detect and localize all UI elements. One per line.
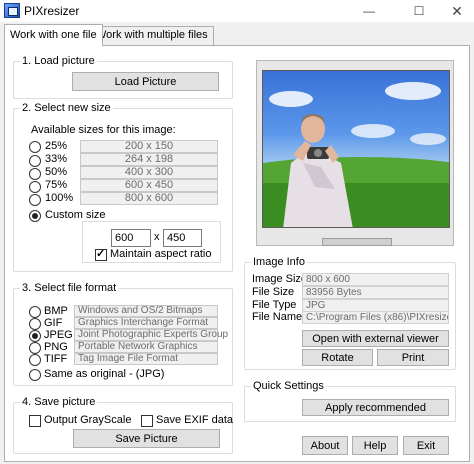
info-label-file-name: File Name [252,311,303,323]
save-picture-group-title: 4. Save picture [20,396,98,408]
size-percent-33: 33% [45,153,68,165]
about-button[interactable]: About [302,436,348,455]
tab-work-with-multiple-files[interactable]: Work with multiple files [90,26,214,45]
apply-recommended-button[interactable]: Apply recommended [302,399,449,416]
format-desc-jpeg: Joint Photographic Experts Group [74,329,228,341]
format-radio-jpeg[interactable] [29,330,41,342]
size-value-33: 264 x 198 [80,153,218,166]
print-button[interactable]: Print [377,349,449,366]
size-percent-50: 50% [45,166,68,178]
maintain-aspect-label: Maintain aspect ratio [110,248,212,260]
load-picture-button[interactable]: Load Picture [72,72,219,91]
quick-settings-group-title: Quick Settings [251,380,326,392]
format-radio-bmp[interactable] [29,306,41,318]
custom-height-input[interactable]: 450 [163,229,202,247]
preview-photo [263,82,449,227]
file-format-group-title: 3. Select file format [20,282,119,294]
size-percent-75: 75% [45,179,68,191]
tab-work-with-one-file[interactable]: Work with one file [4,24,103,46]
grayscale-checkbox[interactable] [29,415,41,427]
format-radio-tiff[interactable] [29,354,41,366]
size-radio-50[interactable] [29,168,41,180]
image-preview [262,70,450,228]
grayscale-label: Output GrayScale [44,414,132,426]
size-radio-25[interactable] [29,141,41,153]
info-value-file-name: C:\Program Files (x86)\PIXresizer\PIC [302,311,449,324]
window-title: PIXresizer [24,4,80,18]
rotate-button[interactable]: Rotate [302,349,373,366]
close-button[interactable]: ✕ [438,0,474,22]
open-external-viewer-button[interactable]: Open with external viewer [302,330,449,347]
format-name-gif: GIF [44,317,63,329]
custom-size-radio[interactable] [29,210,41,222]
format-desc-tiff: Tag Image File Format [74,353,218,365]
info-value-file-size: 83956 Bytes [302,286,449,299]
size-radio-75[interactable] [29,181,41,193]
size-value-50: 400 x 300 [80,166,218,179]
size-value-25: 200 x 150 [80,140,218,153]
image-info-group-title: Image Info [251,256,307,268]
format-desc-bmp: Windows and OS/2 Bitmaps [74,305,218,317]
monitor-stand [322,238,392,246]
format-name-tiff: TIFF [44,353,68,365]
size-percent-100: 100% [45,192,74,204]
size-percent-25: 25% [45,140,68,152]
exit-button[interactable]: Exit [403,436,449,455]
same-as-original-label: Same as original - (JPG) [44,368,165,380]
custom-width-input[interactable]: 600 [111,229,151,247]
help-button[interactable]: Help [352,436,398,455]
save-picture-button[interactable]: Save Picture [73,429,220,448]
info-label-image-size: Image Size [252,273,308,285]
format-radio-gif[interactable] [29,318,41,330]
custom-size-label: Custom size [45,209,106,221]
app-icon [4,3,20,18]
format-name-png: PNG [44,341,68,353]
load-picture-group-title: 1. Load picture [20,55,97,67]
size-value-75: 600 x 450 [80,179,218,192]
size-radio-100[interactable] [29,194,41,206]
format-radio-png[interactable] [29,342,41,354]
minimize-button[interactable]: — [350,0,388,22]
exif-label: Save EXIF data [156,414,234,426]
format-desc-png: Portable Network Graphics [74,341,218,353]
format-radio-same-as-original[interactable] [29,369,41,381]
format-desc-gif: Graphics Interchange Format [74,317,218,329]
info-label-file-type: File Type [252,299,297,311]
info-value-image-size: 800 x 600 [302,273,449,286]
size-value-100: 800 x 600 [80,192,218,205]
format-name-jpeg: JPEG [44,329,73,341]
exif-checkbox[interactable] [141,415,153,427]
maintain-aspect-checkbox[interactable] [95,247,107,261]
maximize-button[interactable]: ☐ [400,0,438,22]
format-name-bmp: BMP [44,305,68,317]
custom-size-times: x [154,231,160,243]
info-label-file-size: File Size [252,286,295,298]
size-radio-33[interactable] [29,155,41,167]
title-bar: PIXresizer — ☐ ✕ [0,0,474,22]
select-size-group-title: 2. Select new size [20,102,113,114]
available-sizes-label: Available sizes for this image: [31,124,176,136]
